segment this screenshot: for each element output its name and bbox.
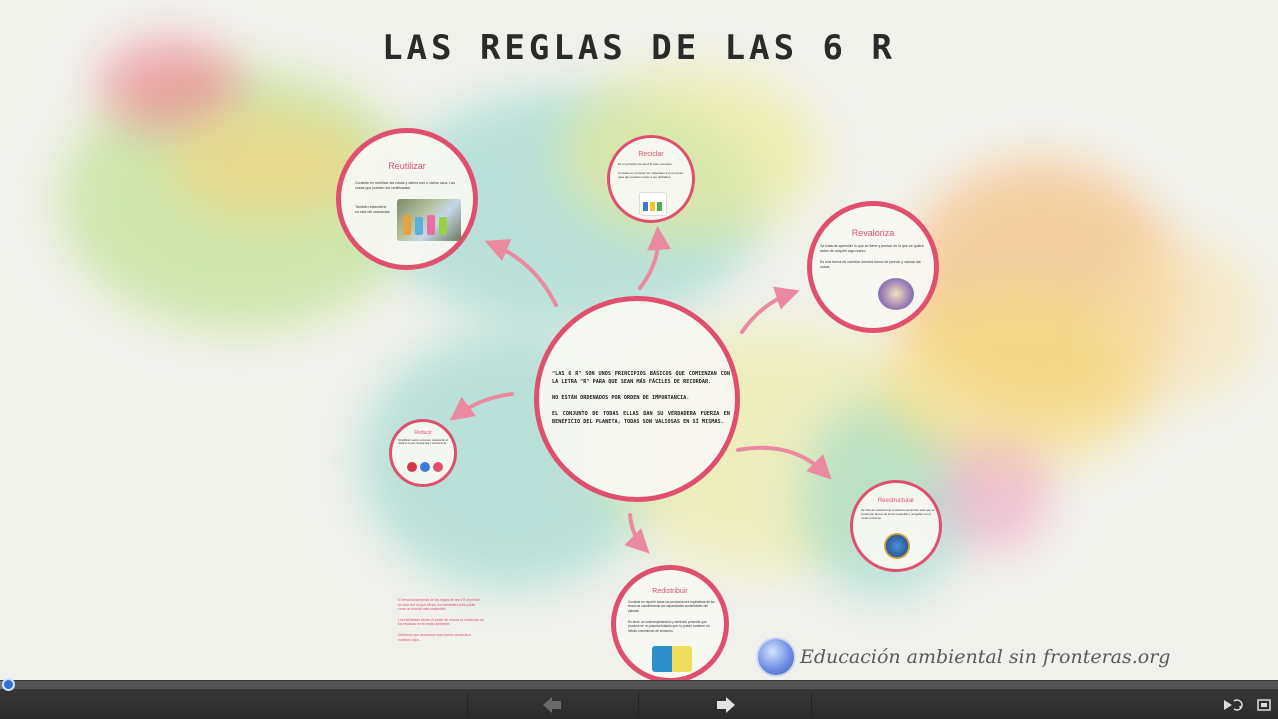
side-note-paragraph: Debemos que demostrar esta buena conduct… [398,632,471,642]
center-paragraph-1: "LAS 6 R" SON UNOS PRINCIPIOS BÁSICOS QU… [552,371,730,385]
side-note-paragraph: El tema fundamental de las reglas de las… [398,598,480,612]
toolbar-divider [467,692,468,718]
arrow-right-icon [717,697,735,713]
arrow-to-reestructurar [736,445,832,480]
arrow-to-reciclar [638,226,672,290]
node-revaloriza[interactable]: Revaloriza Se trata de aprender lo que s… [807,201,939,333]
node-title: Reutilizar [388,161,426,171]
arrow-to-revaloriza [740,286,800,334]
node-text: Es una forma de cambiar nuestra forma de… [820,260,921,269]
node-title: Reciclar [638,151,664,158]
side-note-paragraph: Los habitantes tienen el poder de reduci… [398,617,484,627]
node-text: Simplificar nuestro consumo, reduciendo … [398,439,448,446]
toolbar-divider [811,692,812,718]
node-title: Reducir [414,430,432,436]
globe-gears-image [884,533,910,559]
node-text: Se trata de aprender lo que se tiene y p… [820,244,924,253]
arrow-to-redistribuir [624,513,650,554]
node-reducir[interactable]: Reducir Simplificar nuestro consumo, red… [389,419,457,487]
boots-planters-image [397,199,461,241]
center-text: "LAS 6 R" SON UNOS PRINCIPIOS BÁSICOS QU… [552,370,730,434]
node-text: Es decir, es sobreexplotándolo y teniend… [628,620,710,633]
node-reciclar[interactable]: Reciclar Es un principio de las 6 R más … [607,135,695,223]
globe-icon [758,639,794,675]
node-reutilizar[interactable]: Reutilizar Consiste en reutilizar las co… [336,128,478,270]
arrow-left-icon [543,697,561,713]
node-text: Consiste en repartir todas las produccio… [628,600,715,613]
node-title: Reestructurar [877,498,915,504]
node-reestructurar[interactable]: Reestructurar Se trata de reestructurar … [850,480,942,572]
node-text: Consiste en reutilizar las cosas y darle… [355,181,456,190]
node-text: Es un principio de las 6 R más conocido. [618,162,673,166]
autoplay-icon [1224,699,1243,711]
node-title: Redistribuir [652,588,688,595]
node-redistribuir[interactable]: Redistribuir Consiste en repartir todas … [611,565,729,680]
node-text: Consiste en someter los materiales a un … [618,171,684,179]
toolbar-divider [638,692,639,718]
progress-bar[interactable] [0,681,1278,689]
brand-logo-text: Educación ambiental sin fronteras.org [800,646,1171,668]
recycling-bins-image [639,192,667,216]
presentation-canvas: LAS REGLAS DE LAS 6 R "LAS 6 R" SON UNOS… [0,0,1278,680]
crafts-image [878,278,914,310]
autoplay-button[interactable] [1222,697,1244,718]
arrow-to-reducir [449,392,514,421]
node-text: Se trata de reestructurar el sistema eco… [861,508,935,520]
previous-step-button[interactable] [541,695,563,715]
reduce-icons-image [407,460,443,474]
side-note: El tema fundamental de las reglas de las… [398,598,484,648]
center-paragraph-3: EL CONJUNTO DE TODAS ELLAS DAN SU VERDAD… [552,411,730,425]
arrow-to-reutilizar [484,239,558,307]
node-title: Revaloriza [851,228,895,238]
fullscreen-icon [1257,699,1271,711]
next-step-button[interactable] [715,695,737,715]
world-balance-image [652,646,692,672]
progress-handle[interactable] [2,678,15,691]
center-paragraph-2: NO ESTÁN ORDENADOS POR ORDEN DE IMPORTAN… [552,395,690,401]
brand-logo: Educación ambiental sin fronteras.org [758,638,1170,676]
fullscreen-button[interactable] [1256,697,1272,718]
node-text: También extenderle su vida útil usándola… [355,205,391,214]
